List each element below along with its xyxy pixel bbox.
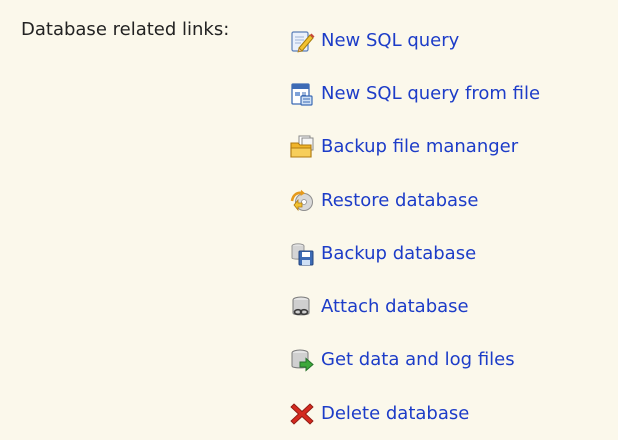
database-links-list: New SQL query New SQL query from file Ba… [289,14,540,440]
attach-database-link[interactable]: Attach database [289,280,540,333]
database-arrow-icon [289,347,315,373]
get-data-and-log-files-label: Get data and log files [321,349,515,371]
restore-database-label: Restore database [321,189,479,211]
backup-disk-icon [289,241,315,267]
get-data-and-log-files-link[interactable]: Get data and log files [289,334,540,387]
folder-documents-icon [289,134,315,160]
new-sql-query-label: New SQL query [321,29,460,51]
attach-database-label: Attach database [321,296,469,318]
window-file-icon [289,81,315,107]
section-label: Database related links: [21,19,230,40]
backup-file-manager-label: Backup file mananger [321,136,519,158]
attach-database-icon [289,294,315,320]
restore-database-link[interactable]: Restore database [289,174,540,227]
backup-file-manager-link[interactable]: Backup file mananger [289,121,540,174]
restore-disk-icon [289,188,315,214]
new-sql-query-from-file-label: New SQL query from file [321,82,541,104]
red-x-icon [289,401,315,427]
new-sql-query-link[interactable]: New SQL query [289,14,540,67]
backup-database-link[interactable]: Backup database [289,227,540,280]
backup-database-label: Backup database [321,242,477,264]
pencil-document-icon [289,28,315,54]
new-sql-query-from-file-link[interactable]: New SQL query from file [289,67,540,120]
delete-database-label: Delete database [321,402,470,424]
delete-database-link[interactable]: Delete database [289,387,540,440]
